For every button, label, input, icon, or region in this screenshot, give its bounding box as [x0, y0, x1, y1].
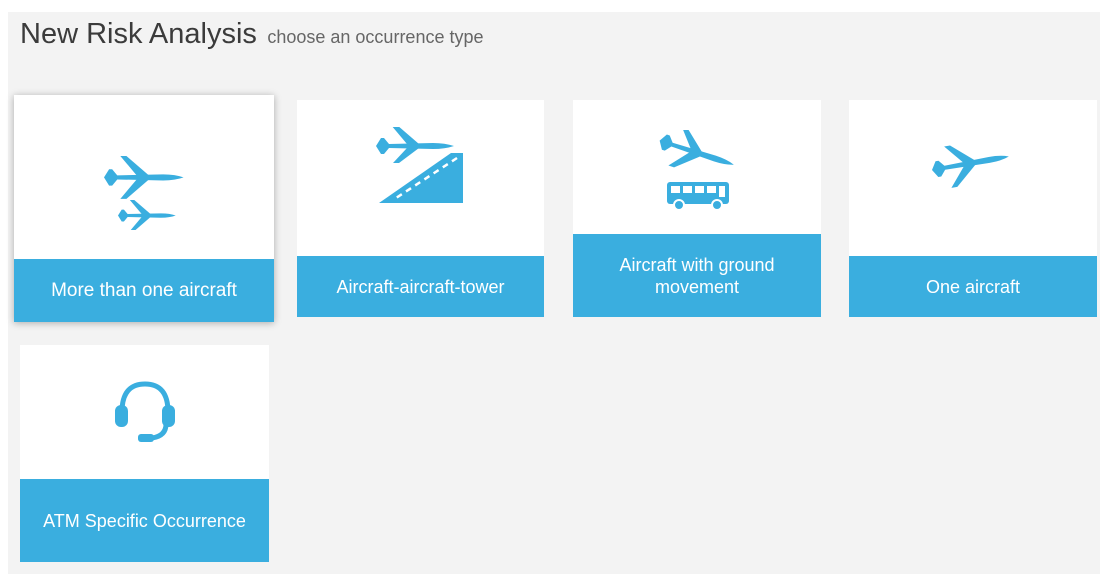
occurrence-card-label: One aircraft	[849, 256, 1097, 317]
occurrence-card-aircraft-with-ground-movement[interactable]: Aircraft with ground movement	[573, 100, 821, 317]
aircraft-bus-icon	[573, 128, 821, 212]
occurrence-card-one-aircraft[interactable]: One aircraft	[849, 100, 1097, 317]
headset-icon	[20, 373, 269, 453]
occurrence-card-more-than-one-aircraft[interactable]: More than one aircraft	[14, 95, 274, 322]
aircraft-icon	[849, 140, 1097, 198]
occurrence-card-label: Aircraft-aircraft-tower	[297, 256, 544, 317]
page-subtitle: choose an occurrence type	[267, 27, 484, 47]
aircraft-runway-icon	[297, 122, 544, 212]
page-title: New Risk Analysis	[20, 18, 257, 50]
occurrence-card-aircraft-aircraft-tower[interactable]: Aircraft-aircraft-tower	[297, 100, 544, 317]
two-aircraft-icon	[14, 125, 274, 255]
occurrence-card-label: Aircraft with ground movement	[573, 234, 821, 317]
occurrence-card-label: More than one aircraft	[14, 259, 274, 322]
occurrence-card-atm-specific-occurrence[interactable]: ATM Specific Occurrence	[20, 345, 269, 562]
occurrence-card-label: ATM Specific Occurrence	[20, 479, 269, 562]
page-header: New Risk Analysis choose an occurrence t…	[20, 18, 484, 51]
